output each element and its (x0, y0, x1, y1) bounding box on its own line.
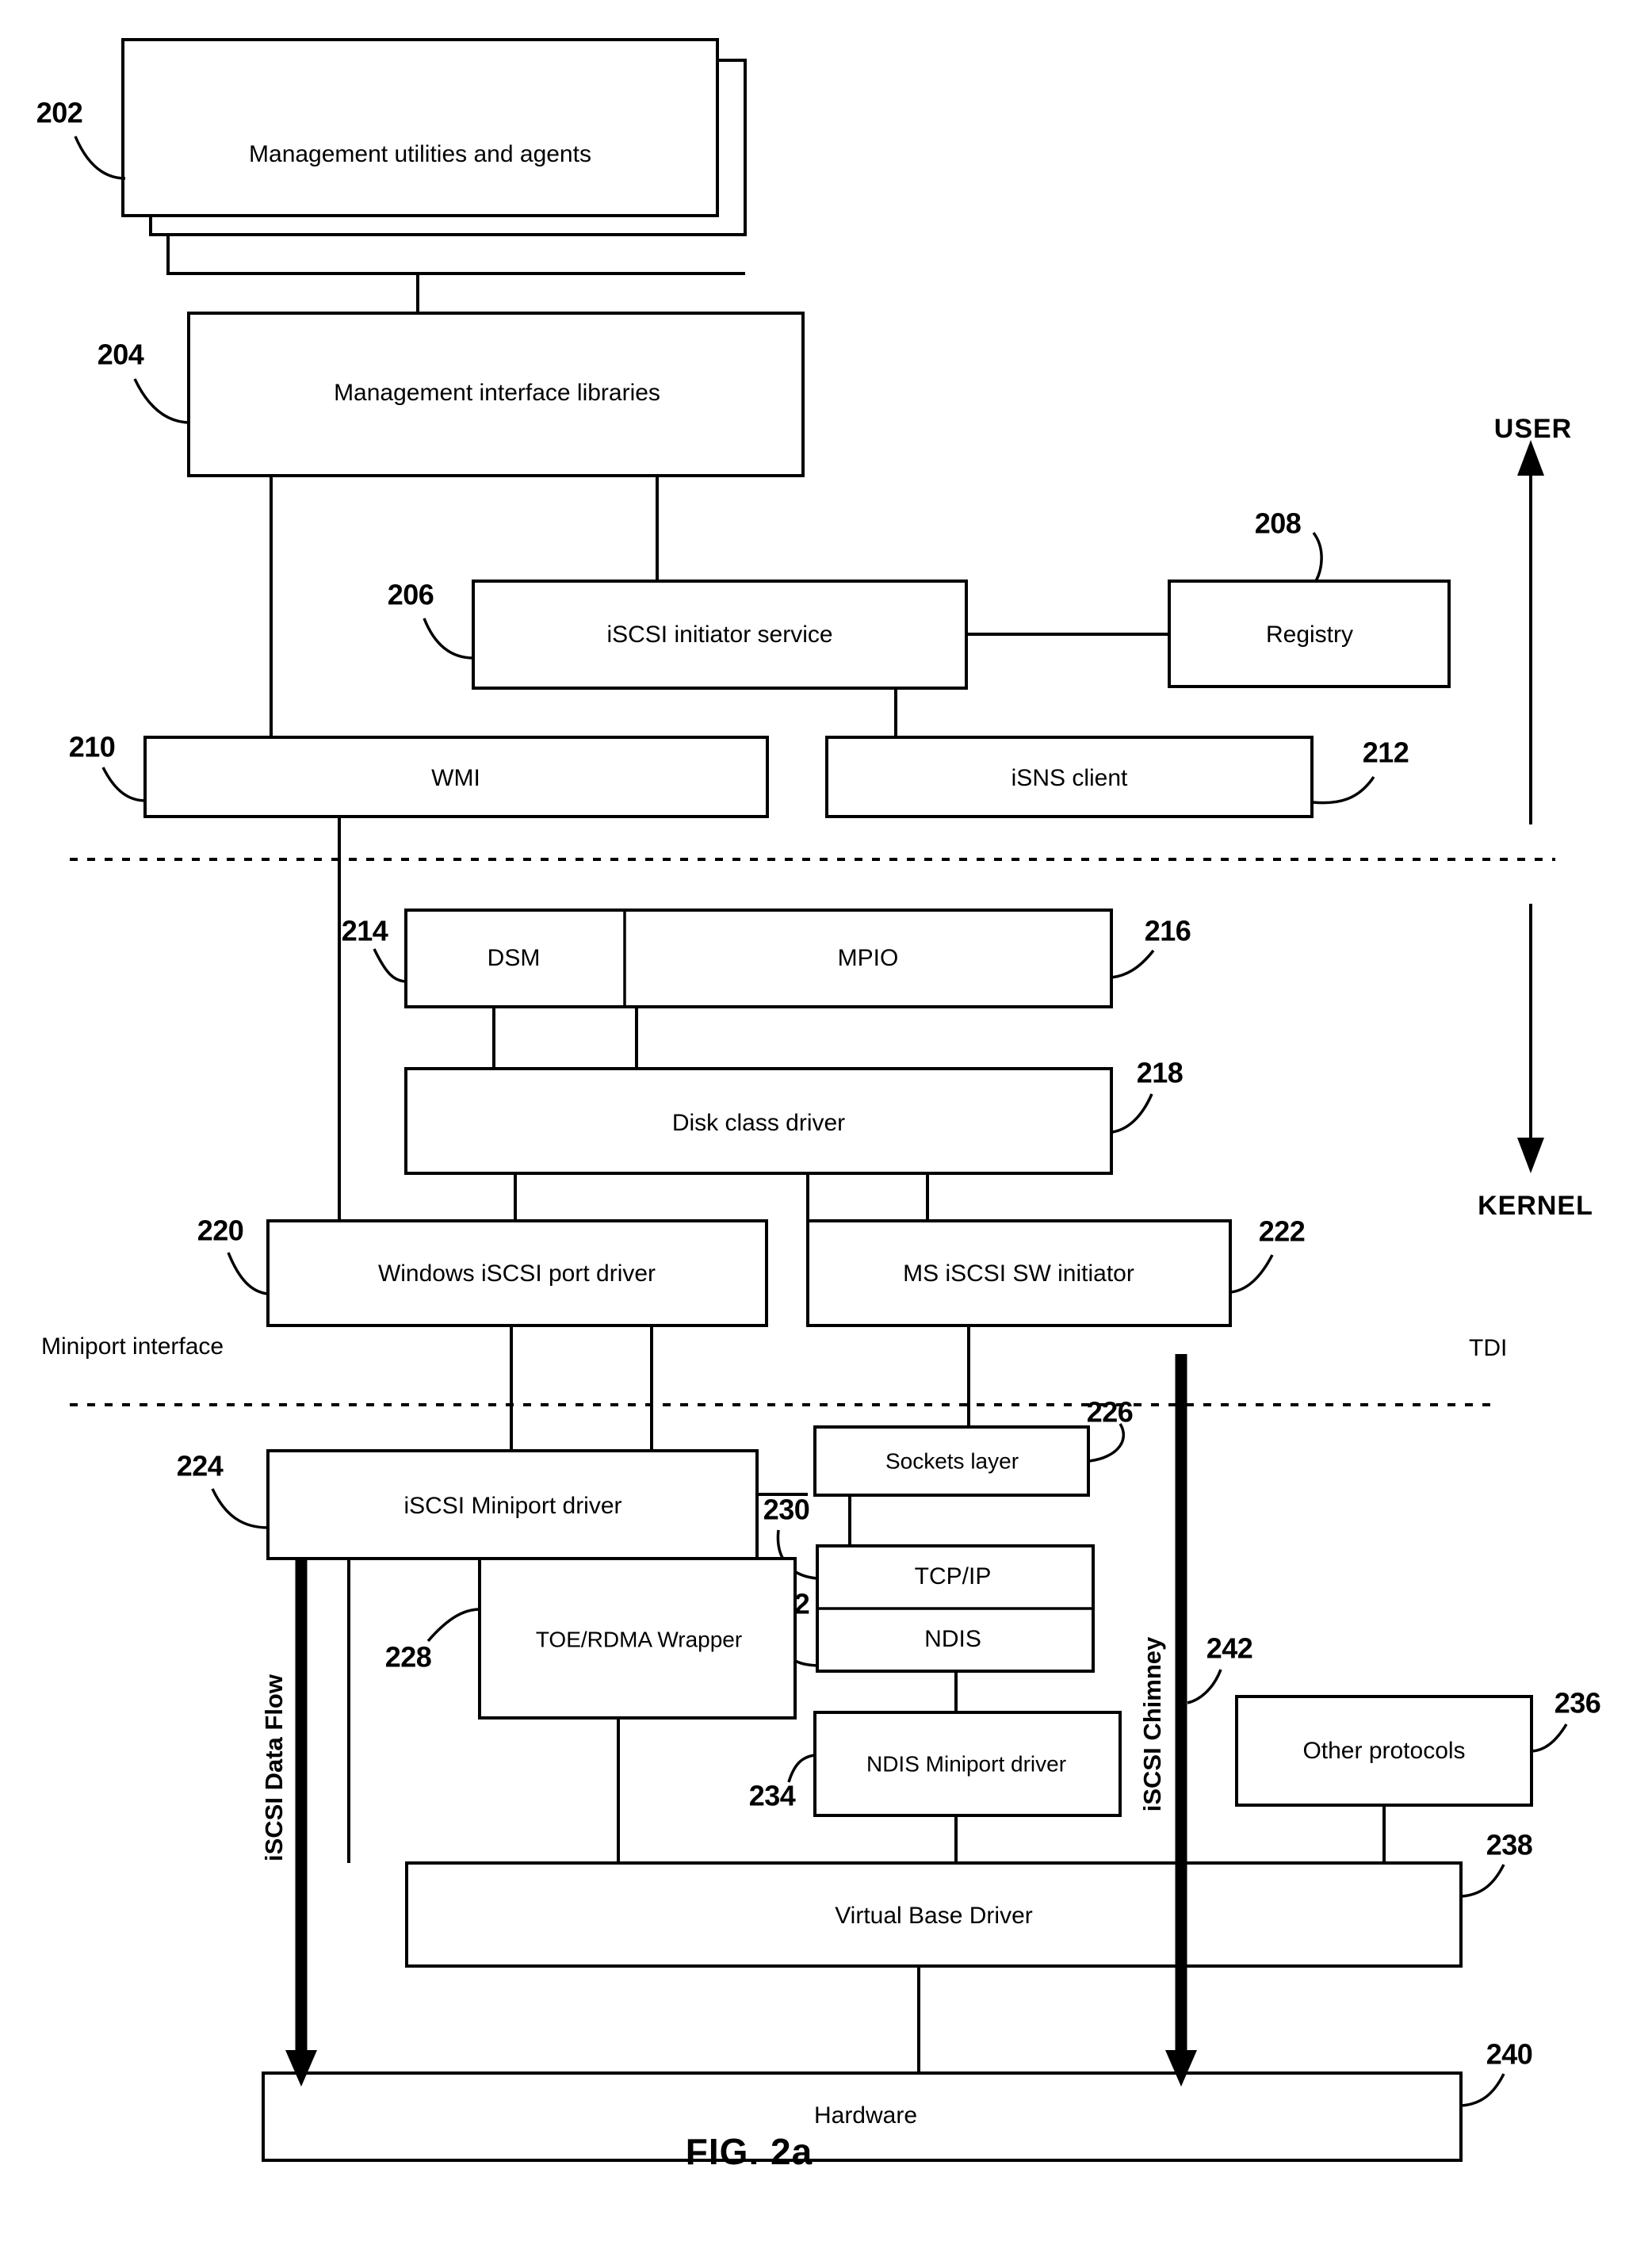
ref-number-224: 224 (177, 1450, 224, 1482)
block-label-216: MPIO (838, 945, 899, 971)
leader-line-202 (74, 136, 126, 180)
block-label-228: TOE/RDMA Wrapper (536, 1627, 742, 1651)
ref-number-242: 242 (1206, 1632, 1253, 1665)
leader-line-222 (1229, 1254, 1274, 1294)
ref-number-210: 210 (69, 731, 116, 763)
block-label-214: DSM (488, 945, 541, 971)
block-label-230: TCP/IP (915, 1563, 992, 1589)
leader-line-214 (373, 948, 407, 983)
miniport-interface-label: Miniport interface (41, 1333, 224, 1360)
ref-number-240: 240 (1486, 2038, 1533, 2071)
ref-number-222: 222 (1259, 1215, 1306, 1248)
block-label-208: Registry (1266, 622, 1353, 648)
leader-line-238 (1461, 1864, 1505, 1898)
ref-number-220: 220 (197, 1215, 244, 1247)
leader-line-234 (787, 1754, 816, 1783)
leader-line-224 (211, 1488, 269, 1529)
block-label-202: Management utilities and agents (249, 141, 591, 167)
leader-line-218 (1111, 1093, 1153, 1134)
user-axis-label: USER (1494, 414, 1572, 444)
block-label-240: Hardware (814, 2102, 917, 2129)
ref-number-238: 238 (1486, 1829, 1533, 1861)
ref-number-214: 214 (342, 915, 388, 947)
ref-number-212: 212 (1363, 736, 1409, 769)
block-label-212: iSNS client (1011, 765, 1128, 791)
ref-number-234: 234 (749, 1780, 796, 1812)
kernel-arrow-head-icon (1517, 1138, 1544, 1173)
block-label-222: MS iSCSI SW initiator (903, 1260, 1134, 1287)
leader-line-220 (227, 1252, 269, 1295)
block-label-232: NDIS (924, 1626, 981, 1652)
ref-number-204: 204 (98, 339, 144, 371)
ref-number-202: 202 (36, 97, 83, 129)
block-diagram-svg: USER KERNEL Management utilities and age… (36, 38, 1601, 2172)
leader-line-206 (423, 618, 474, 660)
connector-202-shadow-bottom (166, 235, 745, 275)
ref-number-230: 230 (763, 1494, 810, 1526)
leader-line-226 (1088, 1423, 1125, 1463)
block-label-204: Management interface libraries (334, 380, 660, 406)
ref-number-216: 216 (1145, 915, 1191, 947)
leader-line-210 (101, 767, 147, 802)
leader-line-236 (1531, 1723, 1568, 1753)
iscsi-data-flow-label: iSCSI Data Flow (260, 1674, 288, 1861)
leader-line-242 (1187, 1669, 1222, 1704)
patent-figure: USER KERNEL Management utilities and age… (0, 0, 1652, 2257)
leader-line-216 (1111, 949, 1155, 979)
leader-line-208 (1312, 531, 1323, 582)
ref-number-236: 236 (1554, 1687, 1601, 1720)
leader-line-204 (133, 378, 191, 424)
ref-number-218: 218 (1137, 1057, 1184, 1089)
block-label-234: NDIS Miniport driver (866, 1751, 1066, 1776)
iscsi-chimney-label: iSCSI Chimney (1138, 1636, 1166, 1811)
ref-number-206: 206 (388, 579, 434, 611)
block-label-238: Virtual Base Driver (835, 1903, 1033, 1929)
block-label-220: Windows iSCSI port driver (378, 1260, 656, 1287)
ref-number-208: 208 (1255, 507, 1302, 540)
leader-line-212 (1312, 776, 1375, 805)
block-label-210: WMI (431, 765, 480, 791)
block-label-226: Sockets layer (885, 1448, 1019, 1473)
ref-number-228: 228 (385, 1641, 432, 1674)
user-arrow-head-icon (1517, 440, 1544, 476)
leader-line-240 (1461, 2073, 1505, 2107)
ref-number-226: 226 (1087, 1396, 1134, 1429)
block-label-218: Disk class driver (672, 1110, 845, 1136)
leader-line-228 (426, 1608, 480, 1643)
block-management-utilities-and-agents[interactable] (121, 38, 719, 217)
block-label-224: iSCSI Miniport driver (403, 1493, 621, 1519)
figure-caption: FIG. 2a (686, 2131, 813, 2172)
block-label-236: Other protocols (1302, 1738, 1465, 1764)
block-label-206: iSCSI initiator service (606, 622, 832, 648)
tdi-label: TDI (1469, 1335, 1507, 1361)
kernel-axis-label: KERNEL (1478, 1191, 1593, 1221)
